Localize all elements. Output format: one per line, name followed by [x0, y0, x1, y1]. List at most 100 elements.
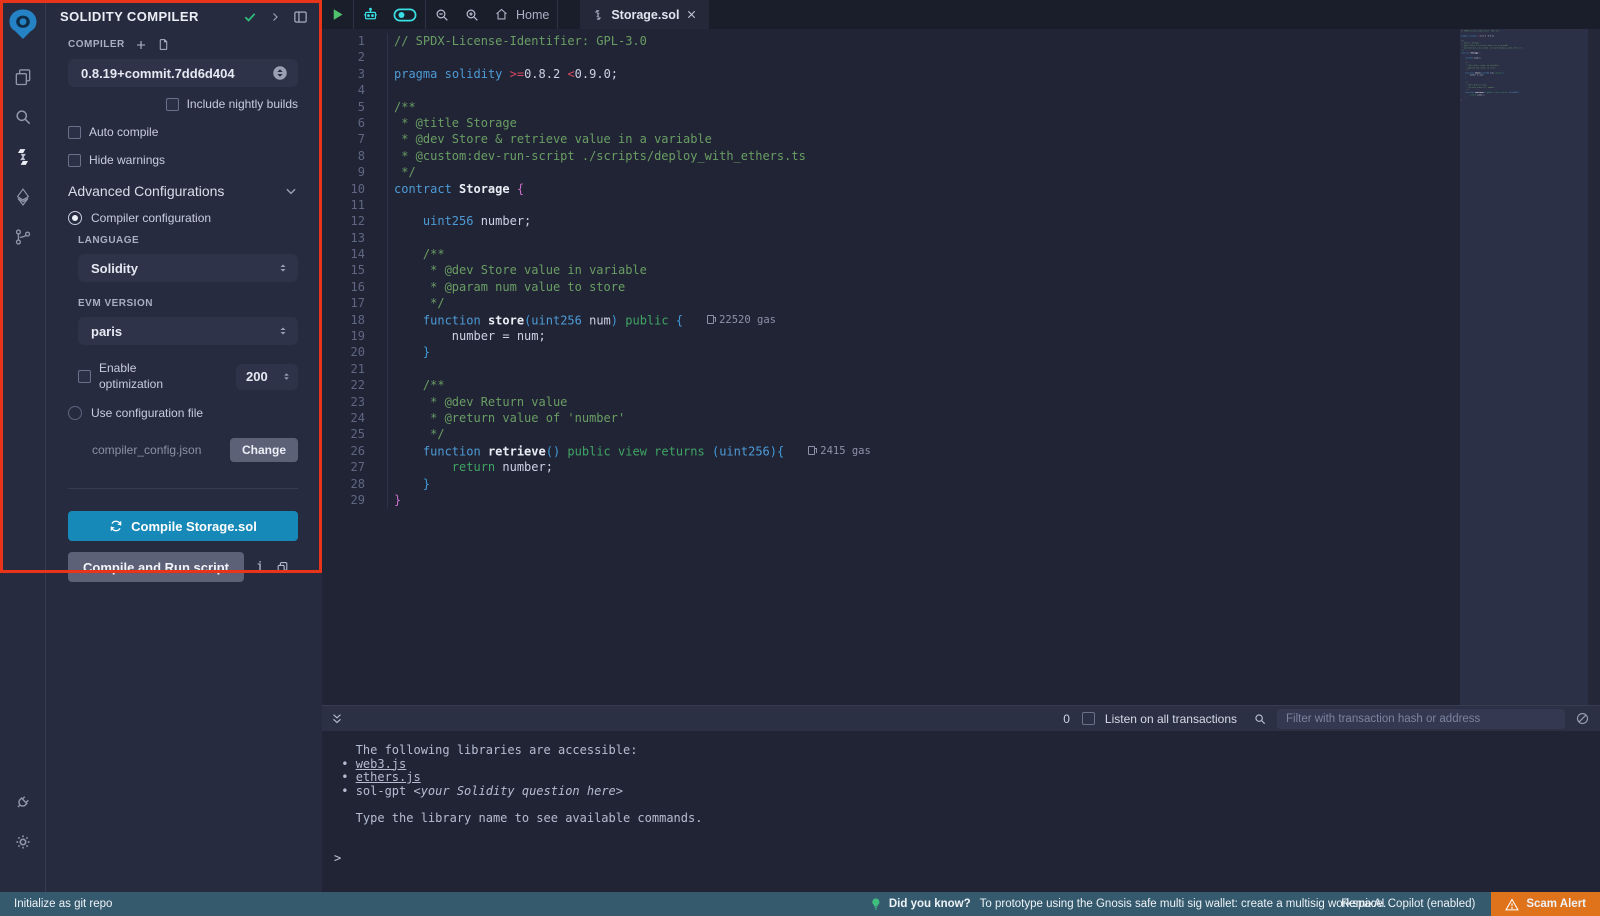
auto-compile-checkbox[interactable]	[68, 126, 81, 139]
expand-terminal-icon[interactable]	[330, 712, 344, 726]
radio-dot[interactable]	[68, 406, 82, 420]
radio-dot[interactable]	[68, 211, 82, 225]
line-number[interactable]: 10	[322, 181, 374, 197]
line-number[interactable]: 5	[322, 99, 374, 115]
line-number[interactable]: 11	[322, 197, 374, 213]
minimap[interactable]: // SPDX-License-Identifier: GPL-3.0pragm…	[1460, 29, 1588, 705]
line-number[interactable]: 9	[322, 164, 374, 180]
home-tab[interactable]: Home	[494, 7, 549, 22]
code-line[interactable]: 22 /**	[322, 377, 1600, 393]
info-icon[interactable]: i	[256, 560, 264, 575]
code-editor[interactable]: 1// SPDX-License-Identifier: GPL-3.023pr…	[322, 29, 1600, 705]
line-number[interactable]: 25	[322, 426, 374, 442]
terminal-link[interactable]: web3.js	[356, 757, 407, 771]
advanced-configurations-toggle[interactable]: Advanced Configurations	[68, 183, 298, 199]
code-line[interactable]: 25 */	[322, 426, 1600, 442]
line-number[interactable]: 7	[322, 131, 374, 147]
terminal-search-icon[interactable]	[1253, 712, 1267, 726]
copy-icon[interactable]	[276, 561, 289, 574]
line-number[interactable]: 8	[322, 148, 374, 164]
compiler-version-select[interactable]: 0.8.19+commit.7dd6d404	[68, 59, 298, 87]
code-line[interactable]: 14 /**	[322, 246, 1600, 262]
line-number[interactable]: 4	[322, 82, 374, 98]
scam-alert-badge[interactable]: Scam Alert	[1491, 892, 1600, 916]
code-line[interactable]: 2	[322, 49, 1600, 65]
line-number[interactable]: 19	[322, 328, 374, 344]
code-line[interactable]: 28 }	[322, 476, 1600, 492]
line-number[interactable]: 24	[322, 410, 374, 426]
line-number[interactable]: 12	[322, 213, 374, 229]
copilot-toggle-icon[interactable]	[393, 7, 417, 23]
ai-robot-icon[interactable]	[362, 6, 379, 23]
language-select[interactable]: Solidity	[78, 254, 298, 282]
line-number[interactable]: 15	[322, 262, 374, 278]
code-line[interactable]: 15 * @dev Store value in variable	[322, 262, 1600, 278]
close-tab-icon[interactable]	[686, 9, 697, 20]
code-line[interactable]: 29}	[322, 492, 1600, 508]
tab-storage-sol[interactable]: Storage.sol	[580, 0, 709, 29]
change-config-button[interactable]: Change	[230, 438, 298, 462]
line-number[interactable]: 28	[322, 476, 374, 492]
code-line[interactable]: 19 number = num;	[322, 328, 1600, 344]
pin-panel-icon[interactable]	[293, 10, 308, 24]
line-number[interactable]: 18	[322, 312, 374, 328]
line-number[interactable]: 29	[322, 492, 374, 508]
hide-warnings-checkbox[interactable]	[68, 154, 81, 167]
code-line[interactable]: 3pragma solidity >=0.8.2 <0.9.0;	[322, 66, 1600, 82]
line-number[interactable]: 1	[322, 33, 374, 49]
code-line[interactable]: 11	[322, 197, 1600, 213]
terminal-link[interactable]: ethers.js	[356, 770, 421, 784]
chevron-right-icon[interactable]	[269, 11, 281, 23]
code-line[interactable]: 7 * @dev Store & retrieve value in a var…	[322, 131, 1600, 147]
code-line[interactable]: 10contract Storage {	[322, 181, 1600, 197]
include-nightly-checkbox[interactable]	[166, 98, 179, 111]
code-line[interactable]: 20 }	[322, 344, 1600, 360]
line-number[interactable]: 14	[322, 246, 374, 262]
line-number[interactable]: 27	[322, 459, 374, 475]
code-line[interactable]: 8 * @custom:dev-run-script ./scripts/dep…	[322, 148, 1600, 164]
run-script-play-icon[interactable]	[330, 7, 345, 22]
open-compiler-file-icon[interactable]	[157, 38, 170, 51]
use-configuration-file-radio[interactable]: Use configuration file	[68, 406, 298, 420]
code-line[interactable]: 18 function store(uint256 num) public {2…	[322, 312, 1600, 328]
line-number[interactable]: 2	[322, 49, 374, 65]
line-number[interactable]: 22	[322, 377, 374, 393]
line-number[interactable]: 21	[322, 361, 374, 377]
git-icon[interactable]	[0, 217, 46, 257]
line-number[interactable]: 13	[322, 230, 374, 246]
code-line[interactable]: 9 */	[322, 164, 1600, 180]
code-line[interactable]: 26 function retrieve() public view retur…	[322, 443, 1600, 459]
code-line[interactable]: 17 */	[322, 295, 1600, 311]
zoom-in-icon[interactable]	[464, 7, 480, 23]
code-line[interactable]: 6 * @title Storage	[322, 115, 1600, 131]
clear-console-icon[interactable]	[1575, 711, 1590, 726]
listen-transactions-checkbox[interactable]	[1082, 712, 1095, 725]
solidity-compiler-icon[interactable]	[0, 137, 46, 177]
line-number[interactable]: 16	[322, 279, 374, 295]
code-line[interactable]: 27 return number;	[322, 459, 1600, 475]
line-number[interactable]: 17	[322, 295, 374, 311]
line-number[interactable]: 20	[322, 344, 374, 360]
runs-stepper-icon[interactable]	[281, 370, 292, 383]
code-line[interactable]: 23 * @dev Return value	[322, 394, 1600, 410]
editor-scrollbar[interactable]	[1588, 29, 1600, 705]
zoom-out-icon[interactable]	[434, 7, 450, 23]
code-line[interactable]: 5/**	[322, 99, 1600, 115]
search-icon[interactable]	[0, 97, 46, 137]
enable-optimization-checkbox[interactable]	[78, 370, 91, 383]
compile-and-run-button[interactable]: Compile and Run script	[68, 552, 244, 582]
code-line[interactable]: 4	[322, 82, 1600, 98]
compiler-configuration-radio[interactable]: Compiler configuration	[68, 211, 298, 225]
remix-logo[interactable]	[7, 8, 39, 45]
plugin-manager-icon[interactable]	[0, 782, 46, 822]
line-number[interactable]: 6	[322, 115, 374, 131]
compile-button[interactable]: Compile Storage.sol	[68, 511, 298, 541]
line-number[interactable]: 3	[322, 66, 374, 82]
add-compiler-icon[interactable]	[135, 39, 147, 51]
terminal-prompt[interactable]: >	[334, 852, 1600, 866]
file-explorer-icon[interactable]	[0, 57, 46, 97]
line-number[interactable]: 23	[322, 394, 374, 410]
deploy-run-icon[interactable]	[0, 177, 46, 217]
settings-gear-icon[interactable]	[0, 822, 46, 862]
code-line[interactable]: 1// SPDX-License-Identifier: GPL-3.0	[322, 33, 1600, 49]
